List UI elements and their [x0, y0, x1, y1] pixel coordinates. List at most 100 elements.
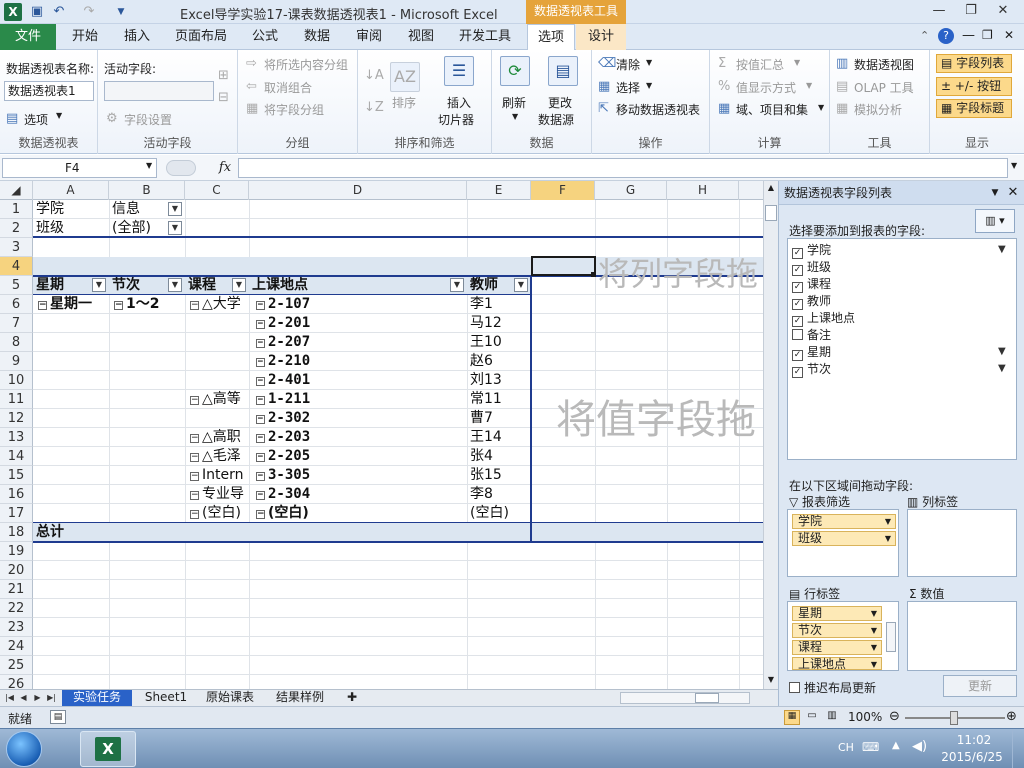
chevron-down-icon[interactable]: ▼	[146, 161, 152, 170]
teacher-cell[interactable]: 常11	[470, 390, 502, 409]
move-pivot-button[interactable]: 移动数据透视表	[616, 101, 700, 118]
formula-resize-handle[interactable]	[166, 160, 196, 176]
active-field-input[interactable]	[104, 81, 214, 101]
doc-close-icon[interactable]: ✕	[1004, 28, 1014, 42]
collapse-icon[interactable]: −	[190, 434, 199, 443]
row-labels-area[interactable]: 星期 ▼ 节次 ▼ 课程 ▼ 上课地点 ▼	[787, 601, 899, 671]
checkbox-checked[interactable]: ✓	[792, 282, 803, 293]
checkbox-checked[interactable]: ✓	[792, 248, 803, 259]
select-button[interactable]: 选择	[616, 79, 640, 96]
chevron-down-icon[interactable]: ▼	[871, 624, 877, 637]
olap-tools-button[interactable]: OLAP 工具	[854, 79, 914, 96]
values-area[interactable]	[907, 601, 1017, 671]
spreadsheet-grid[interactable]: ◢ A B C D E F G H 1 2 3 4 5 6 7 8 9 10 1…	[0, 181, 778, 689]
show-desktop-button[interactable]	[1012, 729, 1024, 768]
collapse-icon[interactable]: −	[190, 472, 199, 481]
active-cell-f4[interactable]	[531, 256, 596, 276]
tab-formulas[interactable]: 公式	[240, 24, 290, 50]
show-values-button[interactable]: 值显示方式	[736, 79, 796, 96]
row-header[interactable]: 22	[0, 599, 33, 618]
collapse-icon[interactable]: −	[190, 396, 199, 405]
help-icon[interactable]: ?	[938, 28, 954, 44]
header-course-dropdown-icon[interactable]: ▼	[232, 278, 246, 292]
insert-slicer-label[interactable]: 插入	[447, 94, 471, 111]
zoom-level[interactable]: 100%	[848, 710, 882, 724]
sheet-tab-original[interactable]: 原始课表	[198, 690, 262, 706]
prev-sheet-icon[interactable]: ◀	[18, 691, 29, 705]
row-header[interactable]: 8	[0, 333, 33, 352]
row-header[interactable]: 4	[0, 257, 33, 276]
row-chip-course[interactable]: 课程 ▼	[792, 640, 882, 655]
col-header-c[interactable]: C	[185, 181, 249, 200]
row-header[interactable]: 12	[0, 409, 33, 428]
pivot-item-location[interactable]: −2-304	[256, 485, 310, 504]
field-item-teacher[interactable]: ✓ 教师	[792, 293, 831, 310]
collapse-icon[interactable]: −	[190, 301, 199, 310]
col-header-e[interactable]: E	[467, 181, 531, 200]
field-item-college[interactable]: ✓ 学院	[792, 242, 831, 259]
normal-view-icon[interactable]: ▦	[784, 710, 800, 725]
page-layout-view-icon[interactable]: ▭	[804, 710, 820, 725]
checkbox-unchecked[interactable]	[789, 682, 800, 693]
group-field-button[interactable]: 将字段分组	[264, 101, 324, 118]
checkbox-checked[interactable]: ✓	[792, 367, 803, 378]
teacher-cell[interactable]: 刘13	[470, 371, 502, 390]
scroll-up-icon[interactable]: ▲	[765, 183, 777, 193]
teacher-cell[interactable]: 曹7	[470, 409, 493, 428]
group-selection-button[interactable]: 将所选内容分组	[264, 56, 348, 73]
row-header[interactable]: 24	[0, 637, 33, 656]
next-sheet-icon[interactable]: ▶	[32, 691, 43, 705]
zoom-in-icon[interactable]: ⊕	[1006, 709, 1017, 724]
row-header[interactable]: 16	[0, 485, 33, 504]
clear-button[interactable]: 清除	[616, 56, 640, 73]
checkbox-checked[interactable]: ✓	[792, 265, 803, 276]
row-chip-location[interactable]: 上课地点 ▼	[792, 657, 882, 671]
row-header[interactable]: 5	[0, 276, 33, 295]
fields-items-button[interactable]: 域、项目和集	[736, 101, 808, 118]
row-header[interactable]: 15	[0, 466, 33, 485]
expand-formula-icon[interactable]: ▼	[1011, 161, 1017, 170]
collapse-icon[interactable]: −	[256, 453, 265, 462]
col-header-f[interactable]: F	[531, 181, 595, 200]
sheet-tab-task[interactable]: 实验任务	[62, 690, 132, 706]
collapse-icon[interactable]: −	[256, 434, 265, 443]
ribbon-collapse-icon[interactable]: ⌃	[920, 29, 929, 42]
chevron-down-icon[interactable]: ▼	[871, 641, 877, 654]
refresh-button[interactable]: 刷新	[502, 94, 526, 111]
pivot-item-location[interactable]: −2-401	[256, 371, 310, 390]
doc-minimize-icon[interactable]: —	[962, 28, 975, 43]
teacher-cell[interactable]: 马12	[470, 314, 502, 333]
taskbar-pinned-icon[interactable]	[48, 732, 76, 766]
teacher-cell[interactable]: 李8	[470, 485, 493, 504]
chevron-down-icon[interactable]: ▼	[885, 515, 891, 528]
row-header[interactable]: 6	[0, 295, 33, 314]
summarize-button[interactable]: 按值汇总	[736, 56, 784, 73]
teacher-cell[interactable]: 李1	[470, 295, 493, 314]
sort-asc-icon[interactable]: ↓A	[364, 68, 384, 83]
sort-desc-icon[interactable]: ↓Z	[364, 100, 384, 115]
clock-date[interactable]: 2015/6/25	[936, 750, 1008, 764]
start-button[interactable]	[6, 731, 42, 767]
row-header[interactable]: 9	[0, 352, 33, 371]
tab-review[interactable]: 审阅	[344, 24, 394, 50]
zoom-out-icon[interactable]: ⊖	[889, 709, 900, 724]
fill-handle[interactable]	[591, 272, 596, 277]
teacher-cell[interactable]: 王10	[470, 333, 502, 352]
header-day-filter-icon[interactable]: ▼	[92, 278, 106, 292]
whatif-button[interactable]: 模拟分析	[854, 101, 902, 118]
field-headers-toggle[interactable]: ▦ 字段标题	[936, 99, 1012, 118]
page-break-view-icon[interactable]: ▥	[824, 710, 840, 725]
tray-expand-icon[interactable]: ▲	[892, 740, 900, 751]
filter-dropdown-icon[interactable]: ▼	[168, 221, 182, 235]
field-item-location[interactable]: ✓ 上课地点	[792, 310, 855, 327]
change-source-label2[interactable]: 数据源	[538, 111, 574, 128]
close-icon[interactable]: ✕	[990, 2, 1016, 20]
row-header[interactable]: 11	[0, 390, 33, 409]
collapse-icon[interactable]: −	[256, 301, 265, 310]
collapse-icon[interactable]: −	[190, 491, 199, 500]
row-header[interactable]: 20	[0, 561, 33, 580]
col-header-d[interactable]: D	[249, 181, 467, 200]
tab-data[interactable]: 数据	[292, 24, 342, 50]
field-item-period[interactable]: ✓ 节次	[792, 361, 831, 378]
sheet-tab-sheet1[interactable]: Sheet1	[138, 690, 194, 706]
